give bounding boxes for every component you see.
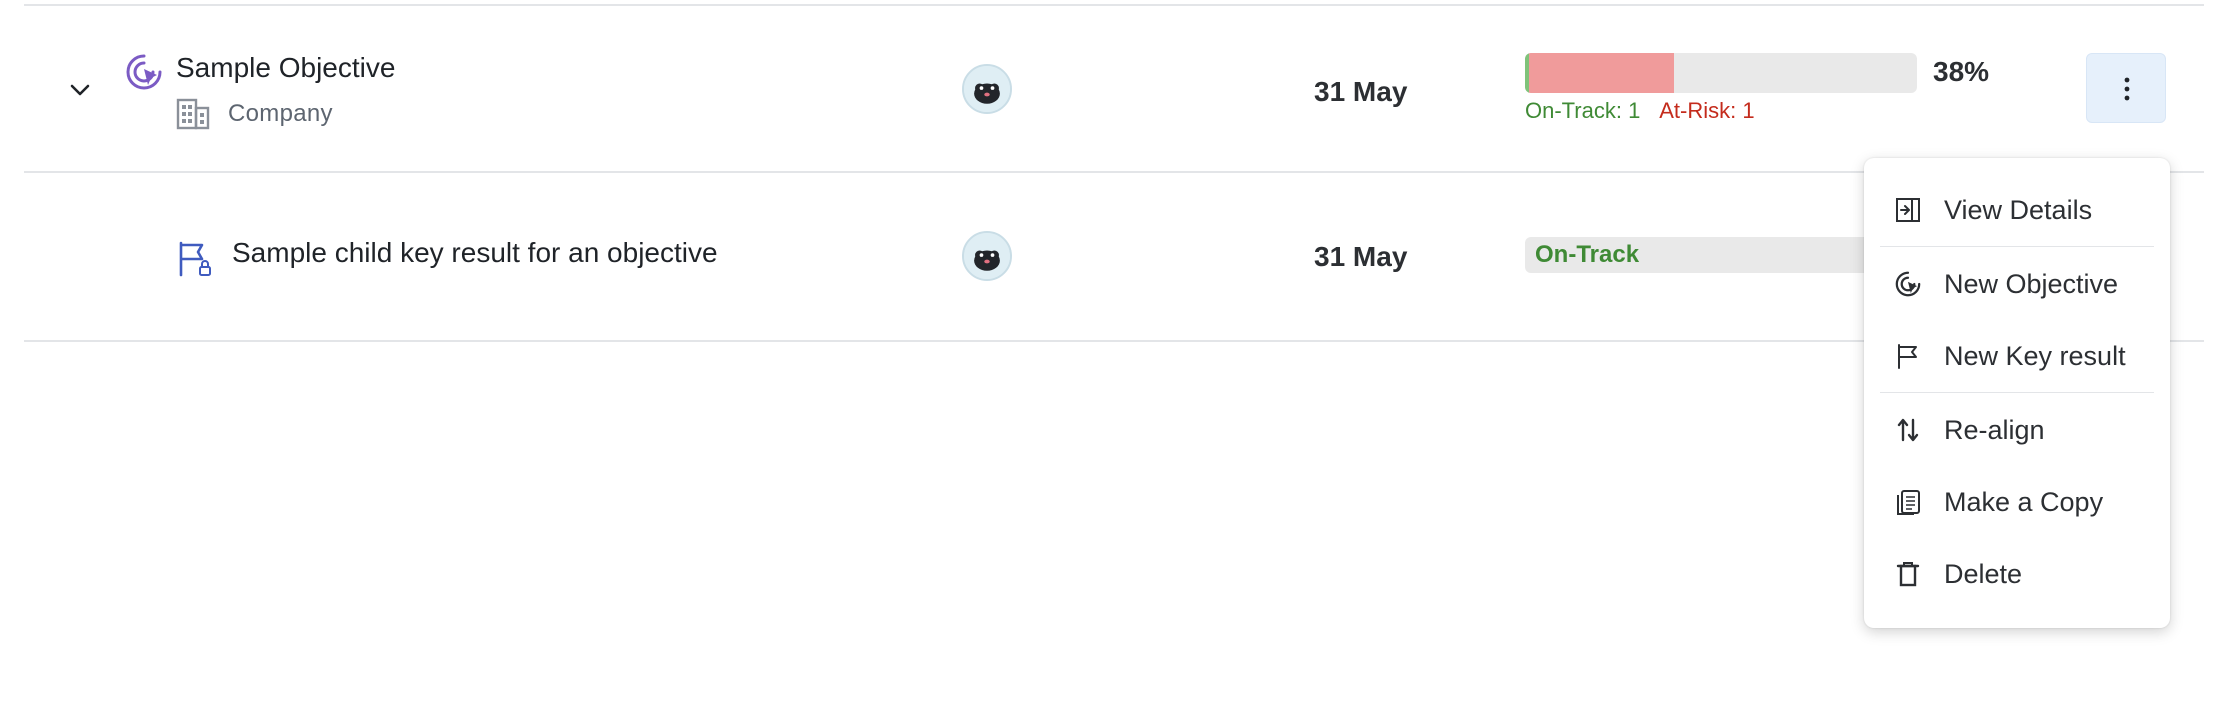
flag-lock-icon <box>179 241 211 277</box>
menu-item-label: View Details <box>1944 195 2093 225</box>
on-track-count: On-Track: 1 <box>1525 98 1641 123</box>
status-badge: On-Track <box>1525 237 1885 273</box>
menu-item-new-objective[interactable]: New Objective <box>1864 254 2170 314</box>
menu-item-label: Re-align <box>1944 415 2045 445</box>
key-result-title[interactable]: Sample child key result for an objective <box>232 237 718 269</box>
menu-item-label: New Key result <box>1944 341 2126 371</box>
building-icon <box>176 98 210 130</box>
panel-arrow-icon <box>1896 198 1920 222</box>
trash-icon <box>1896 562 1920 587</box>
objective-owner-type: Company <box>228 100 333 127</box>
menu-divider <box>1880 246 2154 247</box>
objective-target-icon <box>126 54 162 90</box>
swap-vertical-icon <box>1897 418 1919 442</box>
progress-at-risk-segment <box>1529 53 1674 93</box>
due-date: 31 May <box>1314 241 1408 272</box>
chevron-down-icon[interactable] <box>64 74 96 106</box>
menu-item-make-a-copy[interactable]: Make a Copy <box>1864 472 2170 532</box>
progress-percent: 38% <box>1933 56 1990 87</box>
avatar[interactable] <box>962 64 1012 114</box>
menu-item-label: Delete <box>1944 559 2023 589</box>
menu-item-label: New Objective <box>1944 269 2119 299</box>
menu-divider <box>1880 392 2154 393</box>
menu-item-label: Make a Copy <box>1944 487 2104 517</box>
at-risk-count: At-Risk: 1 <box>1659 98 1755 123</box>
menu-item-re-align[interactable]: Re-align <box>1864 400 2170 460</box>
menu-item-delete[interactable]: Delete <box>1864 544 2170 604</box>
objective-row[interactable]: Sample Objective Company 31 May 38% On-T… <box>24 6 2204 171</box>
flag-icon <box>1898 344 1917 369</box>
context-menu: View Details New Objective New Key resul… <box>1864 158 2170 628</box>
menu-item-new-key-result[interactable]: New Key result <box>1864 326 2170 386</box>
copy-icon <box>1897 490 1920 515</box>
status-counts: On-Track: 1 At-Risk: 1 <box>1525 98 1755 124</box>
more-vertical-icon <box>2124 77 2130 101</box>
menu-item-view-details[interactable]: View Details <box>1864 180 2170 240</box>
objective-target-icon <box>1895 271 1921 297</box>
objective-title[interactable]: Sample Objective <box>176 52 395 84</box>
more-actions-button[interactable] <box>2086 53 2166 123</box>
avatar[interactable] <box>962 231 1012 281</box>
progress-bar <box>1525 53 1917 93</box>
due-date: 31 May <box>1314 76 1408 107</box>
okr-list-page: Sample Objective Company 31 May 38% On-T… <box>0 0 2228 714</box>
